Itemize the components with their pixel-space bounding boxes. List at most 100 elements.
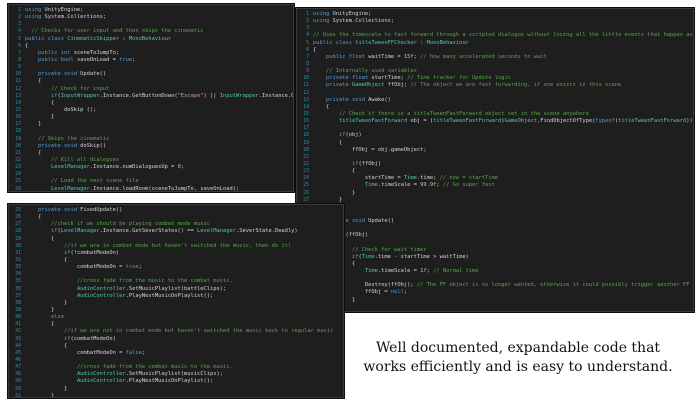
code-line[interactable]: 1 using UnityEngine; xyxy=(297,11,693,18)
code-line[interactable]: 46 xyxy=(9,357,343,364)
code-line[interactable]: 33 combatModeOn = true; xyxy=(9,264,343,271)
code-line[interactable]: 49 AudioController.PlayNextMusicOnPlayli… xyxy=(9,378,343,385)
code-line[interactable]: 35 //cross fade from the music to the co… xyxy=(9,278,343,285)
code-line[interactable]: 9 // Internally used variables xyxy=(297,68,693,75)
code-line[interactable]: 14 { xyxy=(9,100,293,107)
code-line[interactable]: 14 { xyxy=(297,104,693,111)
code-line[interactable]: 36 { xyxy=(297,261,693,268)
code-editor-cinematic-skipper[interactable]: 1 using UnityEngine; 2 using System.Collect… xyxy=(8,4,294,192)
code-line[interactable]: 17 } xyxy=(9,121,293,128)
code-line[interactable]: 4 // Checks for user input and then skip… xyxy=(9,28,293,35)
code-line[interactable]: 41 { xyxy=(9,321,343,328)
code-line[interactable]: 25 // Load the next scene file xyxy=(9,178,293,185)
code-editor-fixed-update[interactable]: 25 private void FixedUpdate() 26 {27 //ch… xyxy=(8,204,344,398)
code-line[interactable]: 42 } xyxy=(297,304,693,311)
code-line[interactable]: 43 if(combatModeOn) xyxy=(9,336,343,343)
code-line[interactable]: 42 //if we are not in combat mode but ha… xyxy=(9,328,343,335)
code-line[interactable]: 3 xyxy=(9,21,293,28)
code-line[interactable]: 51 } xyxy=(9,393,343,397)
code-line[interactable]: 28 if(LevelManager.Instance.GetSeverStat… xyxy=(9,228,343,235)
code-line[interactable]: 28 } xyxy=(297,204,693,211)
code-line[interactable]: 16 } xyxy=(9,114,293,121)
code-line[interactable]: 10 private void Update() xyxy=(9,71,293,78)
code-line[interactable]: 47 //cross fade from the combat music to… xyxy=(9,364,343,371)
code-line[interactable]: 50 } xyxy=(9,386,343,393)
code-line[interactable]: 26 LevelManager.Instance.loadRoom(sceneT… xyxy=(9,186,293,191)
code-line[interactable]: 48 AudioController.SetMusicPlaylist(musi… xyxy=(9,371,343,378)
code-line[interactable]: 20 ffObj = obj.gameObject; xyxy=(297,147,693,154)
code-line[interactable]: 41 } xyxy=(297,297,693,304)
code-line[interactable]: 19 // Skips the cinematic xyxy=(9,136,293,143)
code-line[interactable]: 26 { xyxy=(9,214,343,221)
code-line[interactable]: 7 public int sceneToJumpTo; xyxy=(9,50,293,57)
code-line[interactable]: 17 xyxy=(297,125,693,132)
code-line[interactable]: 32 if(ffObj) xyxy=(297,232,693,239)
code-line[interactable]: 34 // Check for wait timer xyxy=(297,247,693,254)
code-line[interactable]: 5 public class CinematicSkipper : MonoBeh… xyxy=(9,36,293,43)
code-line[interactable]: 27 } xyxy=(297,197,693,204)
code-line[interactable]: 19 { xyxy=(297,140,693,147)
code-line[interactable]: 6{ xyxy=(9,43,293,50)
code-line[interactable]: 45 combatModeOn = false; xyxy=(9,350,343,357)
code-line[interactable]: 31 if(!combatModeOn) xyxy=(9,250,343,257)
code-line[interactable]: 13 private void Awake() xyxy=(297,97,693,104)
code-line[interactable]: 9 xyxy=(9,64,293,71)
code-line[interactable]: 2 using System.Collections; xyxy=(9,14,293,21)
code-line[interactable]: 20 private void doSkip() xyxy=(9,143,293,150)
code-line[interactable]: 39 Destroy(ffObj); // The FF object is n… xyxy=(297,282,693,289)
line-number: 27 xyxy=(303,197,309,203)
code-line[interactable]: 24 startTime = Time.time; // now = start… xyxy=(297,175,693,182)
code-line[interactable]: 11 { xyxy=(9,78,293,85)
code-line[interactable]: 10 private float startTime; // Time trac… xyxy=(297,75,693,82)
code-line[interactable]: 44 { xyxy=(9,343,343,350)
code-line[interactable]: 12 xyxy=(297,90,693,97)
code-line[interactable]: 40 ffObj = null; xyxy=(297,289,693,296)
code-line[interactable]: 22 if(ffObj) xyxy=(297,161,693,168)
code-line[interactable]: 30 //if we are in combat mode but haven'… xyxy=(9,243,343,250)
code-line[interactable]: 5 public class titleTweenFFChecker : Mono… xyxy=(297,40,693,47)
code-line[interactable]: 43 } xyxy=(297,311,693,312)
code-line[interactable]: 39 } xyxy=(9,307,343,314)
code-line[interactable]: 8 xyxy=(297,61,693,68)
code-line[interactable]: 40 else xyxy=(9,314,343,321)
code-line[interactable]: 18 xyxy=(9,128,293,135)
code-line[interactable]: 31 { xyxy=(297,225,693,232)
code-line[interactable]: 30 private void Update() xyxy=(297,218,693,225)
code-line[interactable]: 21 { xyxy=(9,150,293,157)
code-line[interactable]: 15 doSkip (); xyxy=(9,107,293,114)
code-line[interactable]: 18 if(obj) xyxy=(297,132,693,139)
code-line[interactable]: 6{ xyxy=(297,47,693,54)
code-line[interactable]: 3 xyxy=(297,25,693,32)
code-line[interactable]: 8 public bool saveOnLoad = true; xyxy=(9,57,293,64)
code-line[interactable]: 12 // Check for input xyxy=(9,86,293,93)
code-line[interactable]: 29 xyxy=(297,211,693,218)
code-line[interactable]: 38 xyxy=(297,275,693,282)
code-line[interactable]: 21 xyxy=(297,154,693,161)
code-line[interactable]: 26 } xyxy=(297,190,693,197)
code-line[interactable]: 23 { xyxy=(297,168,693,175)
code-line[interactable]: 27 //check if we should be playing comba… xyxy=(9,221,343,228)
code-line[interactable]: 38 } xyxy=(9,300,343,307)
code-line[interactable]: 34 xyxy=(9,271,343,278)
code-line[interactable]: 13 if(InputWrapper.Instance.GetButtonDow… xyxy=(9,93,293,100)
code-line[interactable]: 7 public float waitTime = 15f; // how ma… xyxy=(297,54,693,61)
code-line[interactable]: 32 { xyxy=(9,257,343,264)
code-line[interactable]: 2 using System.Collections; xyxy=(297,18,693,25)
code-line[interactable]: 37 AudioController.PlayNextMusicOnPlayli… xyxy=(9,293,343,300)
code-line[interactable]: 23 LevelManager.Instance.numDialoguesUp … xyxy=(9,164,293,171)
code-line[interactable]: 35 if(Time.time - startTime > waitTime) xyxy=(297,254,693,261)
code-line[interactable]: 4 // Uses the timescale to fast forward t… xyxy=(297,32,693,39)
code-line[interactable]: 25 Time.timeScale = 99.9f; // Go super f… xyxy=(297,182,693,189)
code-line[interactable]: 25 private void FixedUpdate() xyxy=(9,207,343,214)
code-line[interactable]: 29 { xyxy=(9,236,343,243)
code-line[interactable]: 24 xyxy=(9,171,293,178)
code-line[interactable]: 16 titleTweenFastForward obj = (titleTwe… xyxy=(297,118,693,125)
code-line[interactable]: 33 { xyxy=(297,240,693,247)
code-editor-title-tween-ff-checker[interactable]: 1 using UnityEngine; 2 using System.Collect… xyxy=(296,8,694,312)
code-line[interactable]: 36 AudioController.SetMusicPlaylist(batt… xyxy=(9,286,343,293)
code-line[interactable]: 1 using UnityEngine; xyxy=(9,7,293,14)
code-line[interactable]: 11 private GameObject ffObj; // The obje… xyxy=(297,82,693,89)
code-line[interactable]: 37 Time.timeScale = 1f; // Normal time xyxy=(297,268,693,275)
code-line[interactable]: 22 // Kill all dialogues xyxy=(9,157,293,164)
code-line[interactable]: 15 // Check if there is a titleTweenFast… xyxy=(297,111,693,118)
